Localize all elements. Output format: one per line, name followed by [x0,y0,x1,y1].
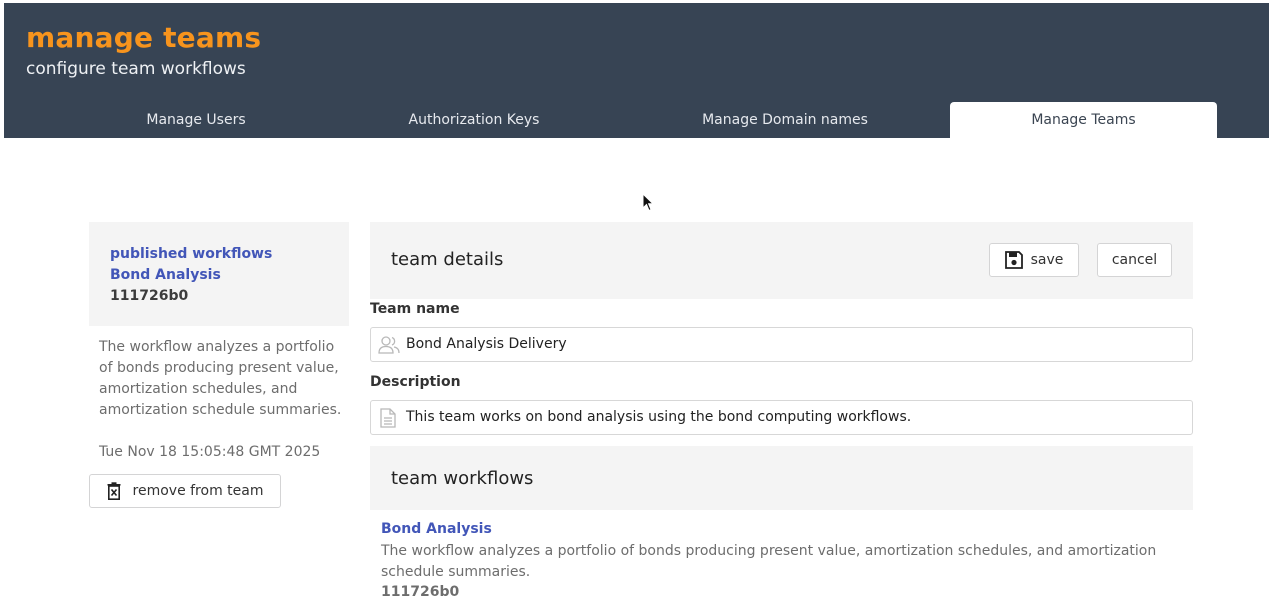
team-name-label: Team name [370,301,460,317]
description-field[interactable]: This team works on bond analysis using t… [370,400,1193,435]
document-icon [380,408,396,432]
save-button[interactable]: save [989,243,1079,277]
team-workflow-id: 111726b0 [381,584,460,600]
page-title: manage teams [26,21,262,54]
team-details-title: team details [391,249,504,270]
tab-manage-teams[interactable]: Manage Teams [950,102,1217,138]
remove-from-team-button[interactable]: remove from team [89,474,281,508]
workflow-id: 111726b0 [110,288,189,304]
page-header: manage teams configure team workflows Ma… [4,3,1269,138]
team-name-value: Bond Analysis Delivery [406,336,567,352]
description-value: This team works on bond analysis using t… [406,409,912,425]
mouse-cursor-icon [642,193,654,212]
team-workflows-header: team workflows [370,446,1193,510]
team-workflow-name-link[interactable]: Bond Analysis [381,521,492,537]
description-label: Description [370,374,461,390]
save-label: save [1030,252,1064,268]
tab-authorization-keys[interactable]: Authorization Keys [366,102,582,138]
cancel-button[interactable]: cancel [1097,243,1172,277]
users-icon [378,335,400,359]
workflow-name-link[interactable]: Bond Analysis [110,265,221,286]
team-details-header: team details save cancel [370,222,1193,299]
tab-manage-domain-names[interactable]: Manage Domain names [661,102,909,138]
page: manage teams configure team workflows Ma… [4,3,1269,614]
team-workflows-title: team workflows [391,468,534,489]
remove-from-team-label: remove from team [132,483,264,499]
workflow-date: Tue Nov 18 15:05:48 GMT 2025 [99,444,321,460]
trash-x-icon [107,482,121,500]
tab-manage-users[interactable]: Manage Users [88,102,304,138]
published-workflows-card: published workflows Bond Analysis 111726… [89,222,349,326]
published-workflows-heading[interactable]: published workflows [110,244,272,265]
page-subtitle: configure team workflows [26,59,246,79]
floppy-disk-icon [1004,251,1023,269]
workflow-description: The workflow analyzes a portfolio of bon… [99,339,342,418]
team-workflow-description: The workflow analyzes a portfolio of bon… [381,543,1157,580]
team-name-field[interactable]: Bond Analysis Delivery [370,327,1193,362]
